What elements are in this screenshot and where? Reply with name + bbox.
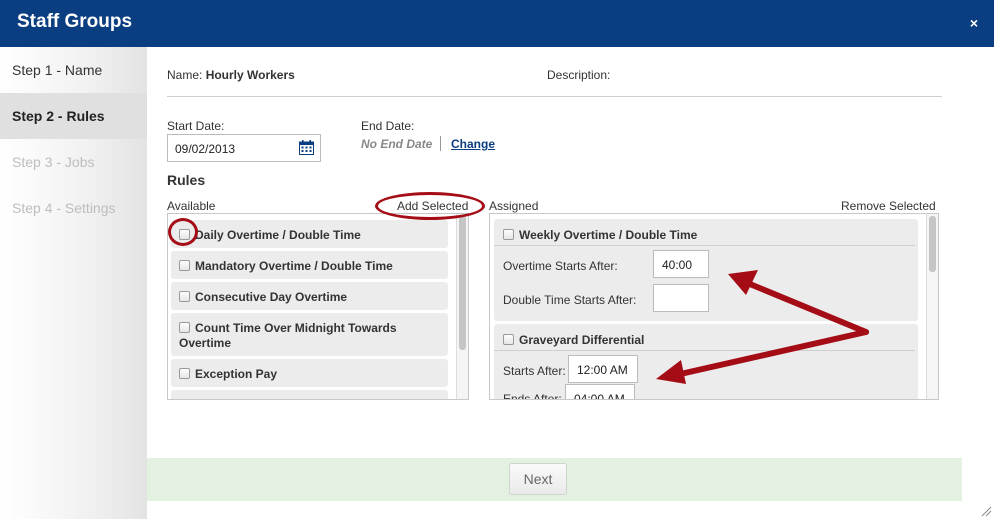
rule-name: Graveyard Differential — [519, 333, 645, 347]
title-bar: Staff Groups × — [0, 0, 994, 47]
rule-name: Weekly Overtime / Double Time — [519, 228, 698, 242]
step-2-rules[interactable]: Step 2 - Rules — [0, 93, 147, 139]
rule-checkbox[interactable] — [179, 322, 190, 333]
rule-item[interactable] — [171, 390, 448, 400]
rule-checkbox[interactable] — [179, 291, 190, 302]
rule-item[interactable]: Consecutive Day Overtime — [171, 282, 448, 310]
rule-name: Daily Overtime / Double Time — [195, 228, 361, 242]
field-label: Overtime Starts After: — [503, 259, 618, 273]
rule-checkbox[interactable] — [503, 334, 514, 345]
resize-grip-icon[interactable] — [980, 505, 992, 517]
field-label: Double Time Starts After: — [503, 293, 637, 307]
scrollbar-thumb[interactable] — [929, 216, 936, 272]
name-label: Name: — [167, 68, 203, 82]
change-end-date-link[interactable]: Change — [451, 137, 495, 151]
window-title: Staff Groups — [17, 11, 133, 32]
assigned-rule-header[interactable]: Weekly Overtime / Double Time — [494, 219, 915, 246]
assigned-rules-list[interactable]: Weekly Overtime / Double Time Overtime S… — [489, 213, 939, 400]
rule-checkbox[interactable] — [179, 368, 190, 379]
scrollbar-thumb[interactable] — [459, 216, 466, 350]
rule-name: Consecutive Day Overtime — [195, 290, 348, 304]
start-date-value: 09/02/2013 — [175, 142, 236, 156]
close-icon[interactable]: × — [970, 14, 978, 32]
annotation-oval — [168, 218, 198, 246]
separator — [440, 136, 441, 151]
assigned-rule-card: Graveyard Differential Starts After: 12:… — [494, 324, 918, 400]
rules-heading: Rules — [167, 172, 206, 188]
divider — [167, 96, 942, 97]
assigned-rule-card: Weekly Overtime / Double Time Overtime S… — [494, 219, 918, 321]
scrollbar[interactable] — [926, 214, 938, 399]
name-value: Hourly Workers — [205, 68, 295, 82]
rule-name: Mandatory Overtime / Double Time — [195, 259, 393, 273]
ends-after-input[interactable]: 04:00 AM — [565, 384, 635, 399]
start-date-label: Start Date: — [167, 119, 225, 133]
end-date-label: End Date: — [361, 119, 415, 133]
starts-after-input[interactable]: 12:00 AM — [568, 355, 638, 383]
rule-item[interactable]: Daily Overtime / Double Time — [171, 220, 448, 248]
available-rules-list[interactable]: Daily Overtime / Double Time Mandatory O… — [167, 213, 469, 400]
rule-name: Count Time Over Midnight Towards Overtim… — [179, 321, 397, 350]
assigned-label: Assigned — [489, 199, 539, 213]
next-button[interactable]: Next — [509, 463, 567, 495]
available-label: Available — [167, 199, 216, 213]
description-label: Description: — [547, 68, 611, 82]
remove-selected-button[interactable]: Remove Selected — [841, 199, 936, 213]
name-field: Name: Hourly Workers — [167, 68, 295, 82]
end-date-value: No End Date — [361, 137, 433, 151]
field-label: Ends After: — [503, 392, 562, 400]
rule-name: Exception Pay — [195, 367, 278, 381]
double-time-starts-input[interactable] — [653, 284, 709, 312]
step-3-jobs: Step 3 - Jobs — [12, 154, 95, 170]
assigned-rule-header[interactable]: Graveyard Differential — [494, 324, 915, 351]
rule-checkbox[interactable] — [179, 260, 190, 271]
calendar-icon[interactable] — [299, 140, 314, 155]
start-date-input[interactable]: 09/02/2013 — [167, 134, 321, 162]
scrollbar[interactable] — [456, 214, 468, 399]
step-4-settings: Step 4 - Settings — [12, 200, 116, 216]
main-content: Name: Hourly Workers Description: Start … — [147, 47, 994, 519]
rule-item[interactable]: Exception Pay — [171, 359, 448, 387]
step-1-name[interactable]: Step 1 - Name — [0, 47, 147, 93]
wizard-footer: Next — [147, 458, 962, 501]
wizard-steps-sidebar: Step 1 - Name Step 2 - Rules Step 3 - Jo… — [0, 47, 147, 519]
rule-item[interactable]: Mandatory Overtime / Double Time — [171, 251, 448, 279]
annotation-oval — [375, 192, 485, 220]
rule-checkbox[interactable] — [179, 399, 190, 400]
field-label: Starts After: — [503, 364, 566, 378]
overtime-starts-input[interactable]: 40:00 — [653, 250, 709, 278]
rule-checkbox[interactable] — [503, 229, 514, 240]
rule-item[interactable]: Count Time Over Midnight Towards Overtim… — [171, 313, 448, 356]
